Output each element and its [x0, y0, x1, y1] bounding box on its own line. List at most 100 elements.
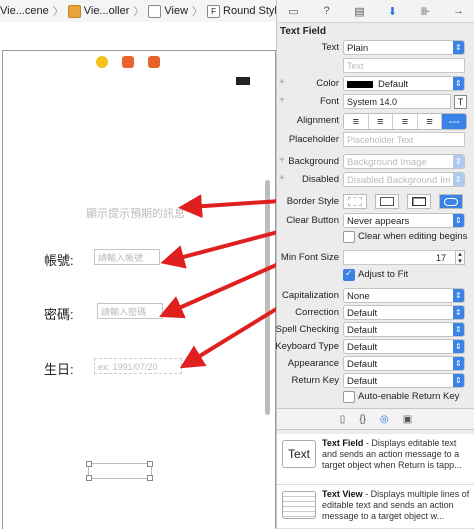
clear-button-label: Clear Button — [286, 215, 339, 226]
font-label: Font — [319, 96, 339, 107]
plus-icon[interactable]: + — [279, 155, 285, 166]
appearance-select[interactable]: Default — [343, 356, 465, 371]
capitalization-select[interactable]: None — [343, 288, 465, 303]
clear-button-select[interactable]: Never appears — [343, 213, 465, 228]
code-snippet-icon[interactable]: {} — [359, 414, 366, 425]
resize-handle[interactable] — [147, 475, 153, 481]
border-style-row: Border Style — [277, 194, 474, 211]
resize-handle[interactable] — [147, 461, 153, 467]
attributes-inspector-icon[interactable]: ⬇ — [386, 5, 400, 18]
text-type-select[interactable]: Plain — [343, 40, 465, 55]
border-line-icon[interactable] — [375, 194, 399, 209]
breadcrumb-item-scene[interactable]: Vie...cene — [0, 5, 49, 17]
inspector-tabs: ▭ ? ▤ ⬇ ⊪ → — [277, 0, 474, 23]
select-arrow-icon — [453, 356, 464, 371]
account-text-field[interactable]: 請輸入帳號 — [94, 249, 160, 265]
breadcrumb-item-textfield[interactable]: FRound Style Text Field — [207, 4, 276, 18]
breadcrumb-item-view[interactable]: View — [148, 4, 188, 18]
password-text-field[interactable]: 請輸入密碼 — [97, 303, 163, 319]
disabled-select[interactable]: Disabled Background Im — [343, 172, 465, 187]
select-arrow-icon — [453, 213, 464, 228]
align-left-icon[interactable]: ≡ — [344, 114, 369, 129]
library-item-text-view[interactable]: Text View - Displays multiple lines of e… — [277, 485, 474, 529]
background-row: + Background Background Image — [277, 154, 474, 171]
scene-dock — [96, 56, 160, 68]
account-label: 帳號: — [44, 253, 74, 268]
color-select[interactable]: Default — [343, 76, 465, 91]
correction-select[interactable]: Default — [343, 305, 465, 320]
return-key-select[interactable]: Default — [343, 373, 465, 388]
library-item-text-field[interactable]: Text Text Field - Displays editable text… — [277, 434, 474, 485]
file-inspector-icon[interactable]: ▭ — [287, 5, 301, 18]
border-style-label: Border Style — [286, 196, 339, 207]
capitalization-row: Capitalization None — [277, 288, 474, 305]
library-item-description: Text View - Displays multiple lines of e… — [322, 489, 470, 521]
clear-editing-row: Clear when editing begins — [277, 230, 474, 247]
text-input[interactable]: Text — [343, 58, 465, 73]
align-right-icon[interactable]: ≡ — [393, 114, 418, 129]
auto-enable-row: Auto-enable Return Key — [277, 390, 474, 407]
section-title: Text Field — [280, 26, 326, 37]
select-arrow-icon — [453, 154, 464, 169]
battery-icon — [236, 77, 250, 85]
clear-button-row: Clear Button Never appears — [277, 213, 474, 230]
plus-icon[interactable]: + — [279, 77, 285, 88]
canvas-scrollbar[interactable] — [265, 180, 270, 415]
placeholder-input[interactable]: Placeholder Text — [343, 132, 465, 147]
border-style-control[interactable] — [343, 194, 465, 209]
keyboard-row: Keyboard Type Default — [275, 339, 474, 356]
plus-icon[interactable]: + — [279, 95, 285, 106]
plus-icon[interactable]: + — [279, 173, 285, 184]
connections-inspector-icon[interactable]: → — [452, 5, 466, 17]
align-center-icon[interactable]: ≡ — [369, 114, 394, 129]
alignment-segmented-control[interactable]: ≡ ≡ ≡ ≡ --- — [343, 113, 467, 130]
breadcrumb-separator: 〉 — [52, 6, 64, 18]
background-select[interactable]: Background Image — [343, 154, 465, 169]
min-font-field[interactable]: 17 — [343, 250, 465, 265]
disabled-row: + Disabled Disabled Background Im — [277, 172, 474, 189]
object-library-icon[interactable]: ◎ — [380, 414, 389, 425]
selected-text-field[interactable] — [88, 463, 152, 479]
align-natural-icon[interactable]: --- — [442, 114, 466, 129]
resize-handle[interactable] — [86, 461, 92, 467]
size-inspector-icon[interactable]: ⊪ — [419, 5, 433, 18]
file-template-icon[interactable]: ▯ — [340, 414, 346, 425]
placeholder-label: Placeholder — [288, 134, 339, 145]
align-justify-icon[interactable]: ≡ — [418, 114, 443, 129]
help-inspector-icon[interactable]: ? — [320, 5, 334, 17]
font-row: + Font System 14.0 T — [277, 94, 474, 111]
breadcrumb-item-controller[interactable]: Vie...oller — [67, 4, 129, 18]
spell-label: Spell Checking — [275, 324, 339, 335]
placeholder-demo-text: 顯示提示預期的訊息 — [86, 208, 185, 220]
select-arrow-icon — [453, 40, 464, 55]
font-picker-icon[interactable]: T — [454, 95, 467, 109]
password-label: 密碼: — [44, 307, 74, 322]
view-controller-icon[interactable] — [96, 56, 108, 68]
exit-icon[interactable] — [148, 56, 160, 68]
font-field[interactable]: System 14.0 — [343, 94, 451, 109]
adjust-fit-row: Adjust to Fit — [277, 268, 474, 285]
first-responder-icon[interactable] — [122, 56, 134, 68]
birthday-text-field[interactable]: ex: 1991/07/20 — [94, 358, 182, 374]
border-rounded-icon[interactable] — [439, 194, 463, 209]
border-none-icon[interactable] — [343, 194, 367, 209]
select-arrow-icon — [453, 172, 464, 187]
resize-handle[interactable] — [86, 475, 92, 481]
correction-label: Correction — [295, 307, 339, 318]
media-library-icon[interactable]: ▣ — [403, 414, 412, 425]
view-controller-scene[interactable] — [2, 50, 276, 529]
clear-editing-label: Clear when editing begins — [358, 231, 468, 242]
auto-enable-checkbox[interactable] — [343, 391, 355, 403]
identity-inspector-icon[interactable]: ▤ — [353, 5, 367, 18]
breadcrumb-separator: 〉 — [133, 6, 145, 18]
adjust-fit-checkbox[interactable] — [343, 268, 355, 281]
stepper-icon[interactable]: ▴ ▾ — [455, 250, 465, 265]
keyboard-select[interactable]: Default — [343, 339, 465, 354]
alignment-label: Alignment — [296, 115, 339, 126]
library-item-description: Text Field - Displays editable text and … — [322, 438, 462, 470]
text-value-row: Text — [277, 58, 474, 75]
clear-editing-checkbox[interactable] — [343, 231, 355, 243]
border-bezel-icon[interactable] — [407, 194, 431, 209]
spell-select[interactable]: Default — [343, 322, 465, 337]
return-key-row: Return Key Default — [277, 373, 474, 390]
